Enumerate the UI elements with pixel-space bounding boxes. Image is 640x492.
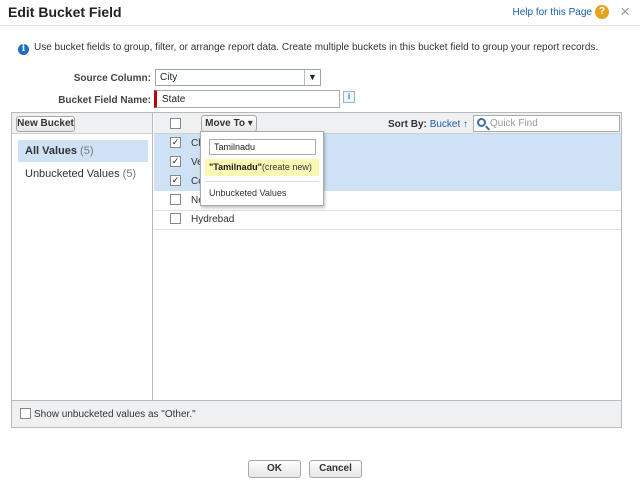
info-message: i Use bucket fields to group, filter, or … bbox=[18, 42, 598, 55]
sort-by-value[interactable]: Bucket bbox=[430, 119, 461, 130]
sort-by: Sort By: Bucket ↑ bbox=[388, 119, 468, 130]
row-checkbox[interactable]: ✓ bbox=[170, 137, 181, 148]
new-bucket-button[interactable]: New Bucket bbox=[16, 116, 75, 132]
create-new-suffix: (create new) bbox=[261, 162, 312, 172]
unbucketed-values-option[interactable]: Unbucketed Values bbox=[209, 188, 286, 198]
sort-by-label: Sort By: bbox=[388, 119, 427, 130]
bucket-item-label: All Values bbox=[25, 145, 77, 157]
row-checkbox[interactable] bbox=[170, 213, 181, 224]
bucket-list-header: New Bucket bbox=[12, 113, 152, 134]
bucket-item-count: (5) bbox=[80, 145, 94, 157]
panel-footer: Show unbucketed values as "Other." bbox=[12, 400, 621, 427]
source-column-select[interactable]: City ▼ bbox=[155, 69, 321, 86]
show-other-checkbox[interactable] bbox=[20, 408, 31, 419]
value-text: Hydrebad bbox=[191, 214, 235, 225]
dialog-titlebar: Edit Bucket Field Help for this Page ? × bbox=[0, 0, 640, 26]
row-checkbox[interactable] bbox=[170, 194, 181, 205]
move-to-label: Move To bbox=[205, 118, 245, 129]
help-icon[interactable]: ? bbox=[595, 5, 609, 19]
new-bucket-name-input[interactable]: Tamilnadu bbox=[209, 139, 316, 155]
info-icon: i bbox=[18, 44, 29, 55]
bucket-list-panel: New Bucket All Values (5) Unbucketed Val… bbox=[12, 113, 153, 400]
help-link[interactable]: Help for this Page bbox=[513, 7, 593, 18]
info-text: Use bucket fields to group, filter, or a… bbox=[34, 42, 599, 53]
move-to-button[interactable]: Move To ▾ bbox=[201, 115, 257, 132]
show-other-label: Show unbucketed values as "Other." bbox=[34, 409, 196, 420]
dropdown-arrow-icon[interactable]: ▼ bbox=[304, 70, 320, 85]
row-checkbox[interactable]: ✓ bbox=[170, 156, 181, 167]
source-column-label: Source Column: bbox=[73, 73, 151, 84]
create-new-bucket-name: "Tamilnadu" bbox=[209, 162, 262, 172]
select-all-checkbox[interactable] bbox=[170, 118, 181, 129]
row-checkbox[interactable]: ✓ bbox=[170, 175, 181, 186]
bucket-item-all-values[interactable]: All Values (5) bbox=[18, 140, 148, 162]
sort-arrow-icon[interactable]: ↑ bbox=[463, 119, 468, 130]
quick-find-input[interactable]: Quick Find bbox=[473, 115, 620, 132]
create-new-bucket-option[interactable]: "Tamilnadu"(create new) bbox=[205, 159, 319, 176]
bucket-item-label: Unbucketed Values bbox=[25, 168, 120, 180]
bucket-field-name-input[interactable]: State bbox=[154, 90, 340, 108]
chevron-down-icon: ▾ bbox=[247, 118, 253, 129]
bucket-field-name-label: Bucket Field Name: bbox=[58, 95, 151, 106]
bucket-item-unbucketed-values[interactable]: Unbucketed Values (5) bbox=[18, 163, 148, 185]
dialog-title: Edit Bucket Field bbox=[8, 4, 122, 20]
ok-button[interactable]: OK bbox=[248, 460, 301, 478]
dropdown-divider bbox=[205, 181, 319, 182]
row-divider bbox=[154, 229, 621, 230]
search-icon bbox=[477, 118, 486, 127]
source-column-value: City bbox=[160, 72, 178, 83]
cancel-button[interactable]: Cancel bbox=[309, 460, 362, 478]
bucket-item-count: (5) bbox=[122, 168, 137, 180]
info-icon[interactable]: i bbox=[343, 91, 355, 103]
move-to-dropdown: Tamilnadu "Tamilnadu"(create new) Unbuck… bbox=[200, 131, 324, 206]
close-icon[interactable]: × bbox=[620, 3, 630, 20]
value-row[interactable]: Hydrebad bbox=[154, 210, 621, 229]
quick-find-placeholder: Quick Find bbox=[490, 118, 538, 129]
